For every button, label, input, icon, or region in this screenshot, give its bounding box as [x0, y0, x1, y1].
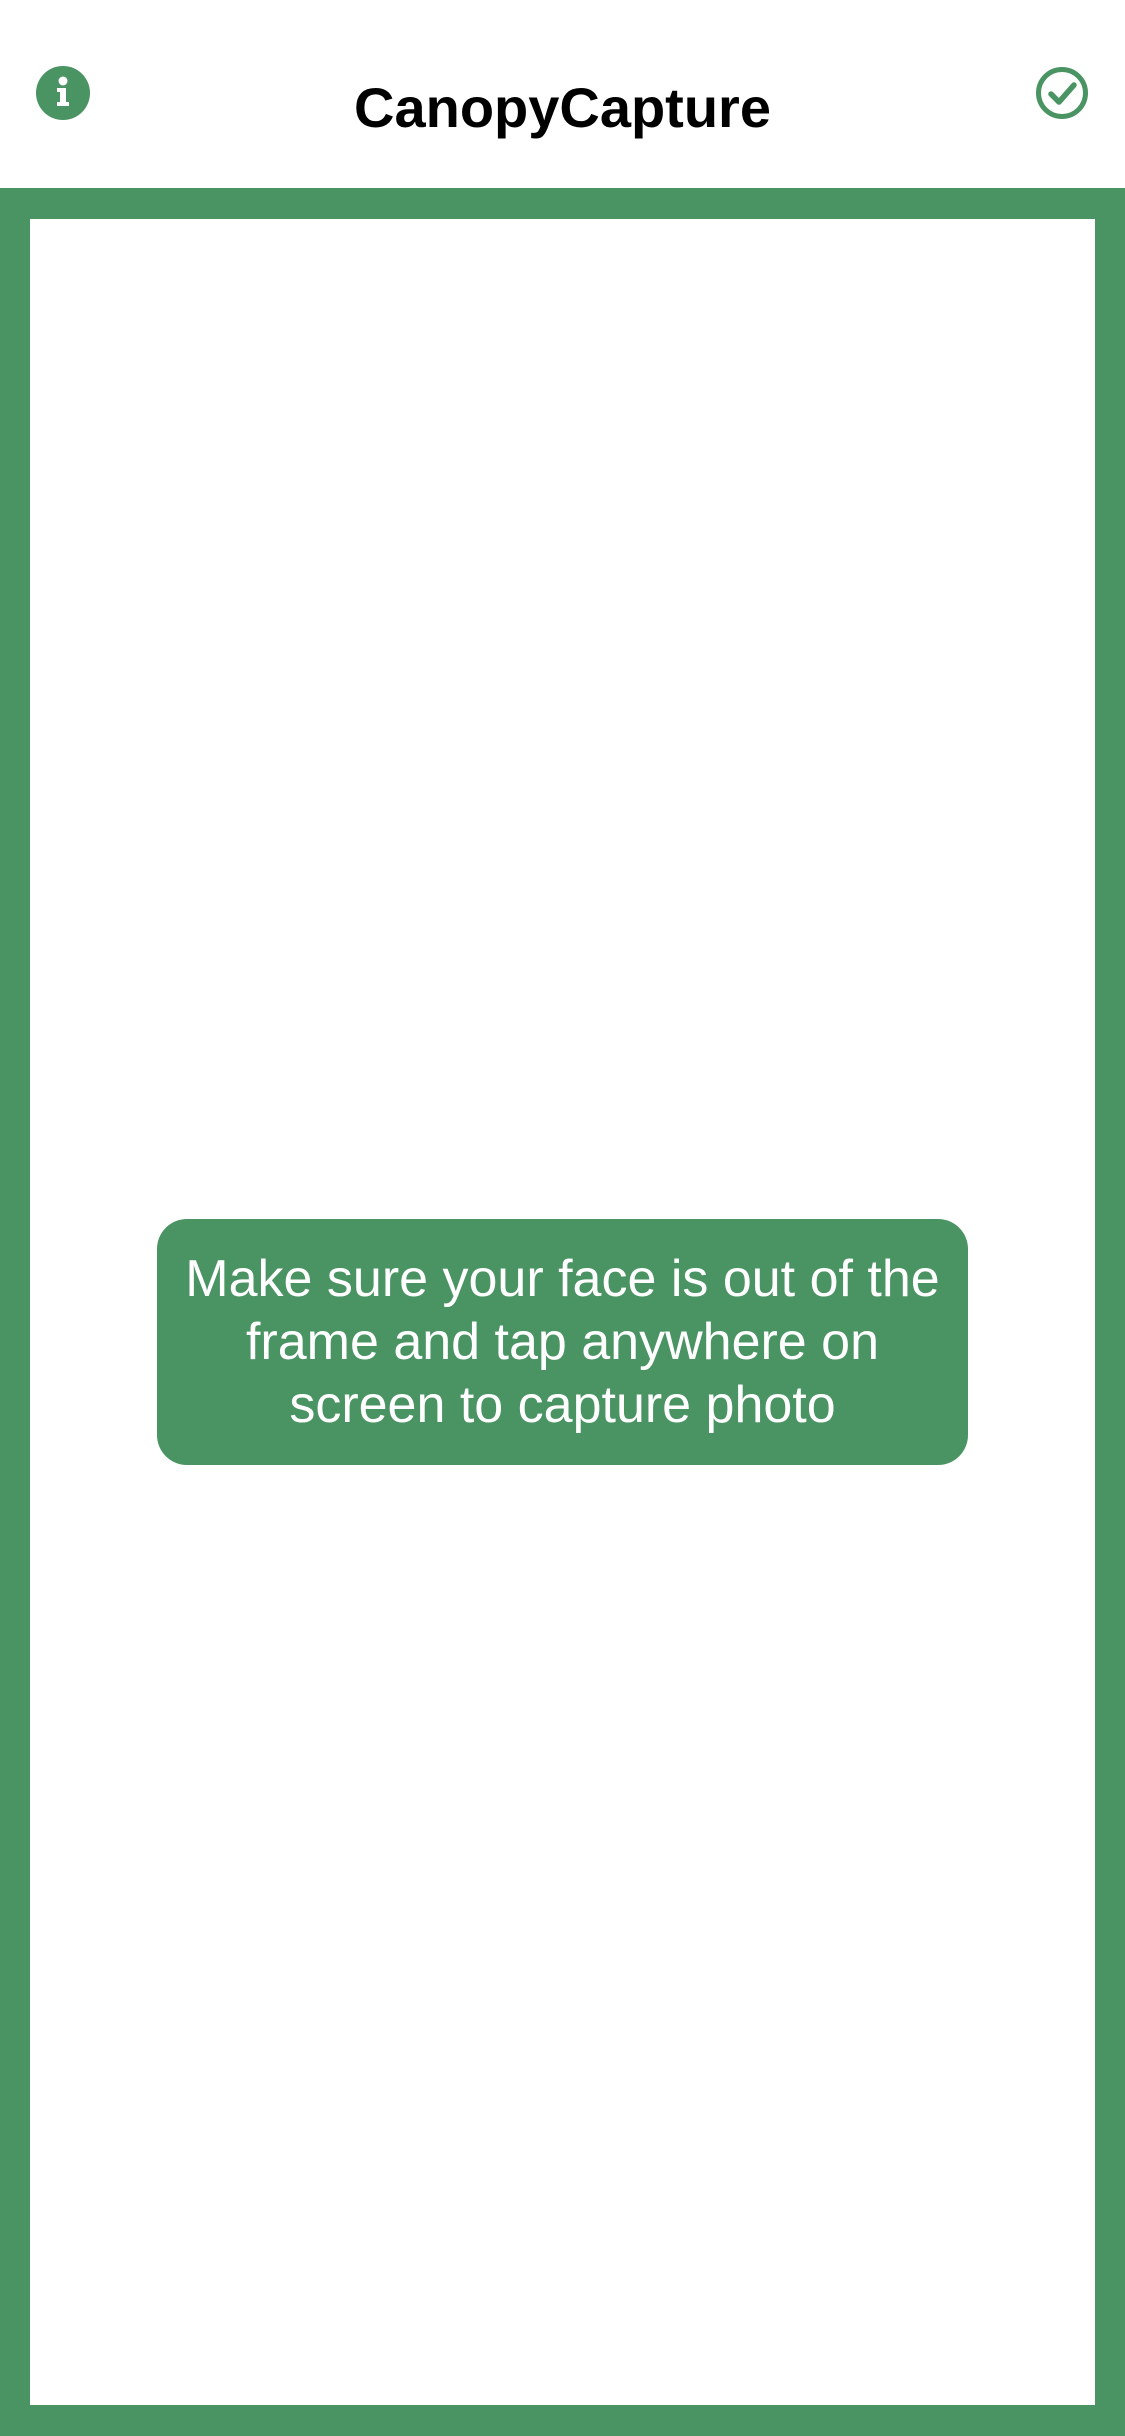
done-button[interactable] — [1035, 66, 1089, 120]
app-title: CanopyCapture — [354, 76, 771, 139]
camera-frame: Make sure your face is out of the frame … — [0, 188, 1125, 2436]
capture-hint-text: Make sure your face is out of the frame … — [185, 1249, 940, 1434]
check-circle-icon — [1035, 66, 1089, 120]
capture-hint-box: Make sure your face is out of the frame … — [157, 1219, 968, 1465]
header-bar: CanopyCapture — [0, 0, 1125, 188]
camera-viewfinder[interactable]: Make sure your face is out of the frame … — [30, 219, 1095, 2405]
